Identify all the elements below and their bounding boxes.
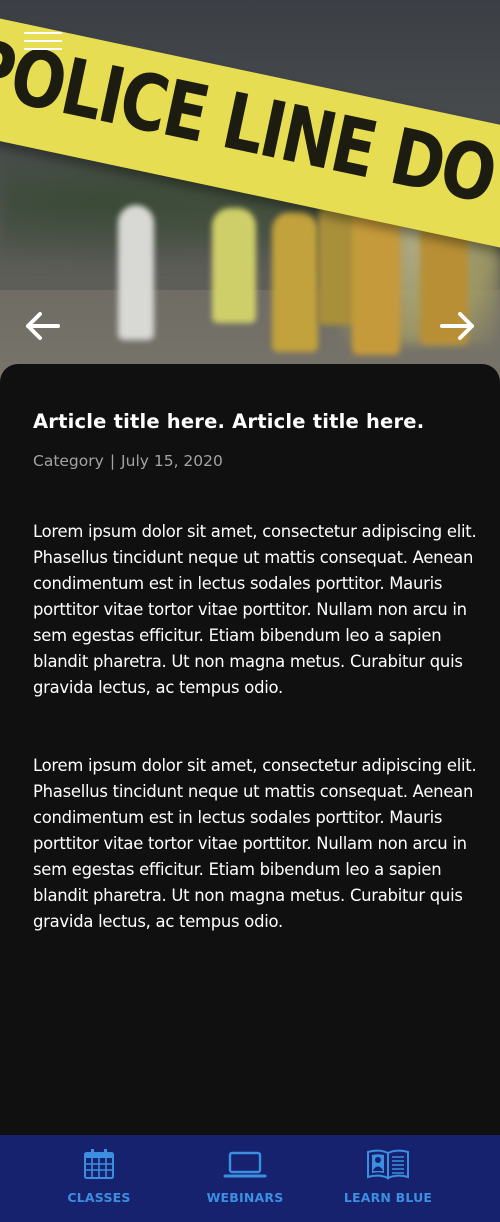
article-title: Article title here. Article title here. <box>33 410 425 433</box>
background-figure <box>352 205 400 355</box>
nav-label: LEARN BLUE <box>343 1190 433 1205</box>
article-meta: Category | July 15, 2020 <box>33 452 223 470</box>
nav-item-learn-blue[interactable]: LEARN BLUE <box>318 1135 458 1222</box>
hamburger-menu-icon[interactable] <box>24 28 62 54</box>
article-paragraph: Lorem ipsum dolor sit amet, consectetur … <box>33 756 477 931</box>
background-figure <box>118 205 154 340</box>
nav-label: CLASSES <box>67 1190 131 1205</box>
arrow-left-icon[interactable] <box>22 306 62 346</box>
background-figure <box>272 212 318 352</box>
article-paragraph: Lorem ipsum dolor sit amet, consectetur … <box>33 522 477 697</box>
laptop-icon <box>223 1147 267 1181</box>
meta-separator: | <box>109 452 116 470</box>
nav-label: WEBINARS <box>206 1190 284 1205</box>
calendar-icon <box>83 1147 115 1181</box>
nav-item-webinars[interactable]: WEBINARS <box>175 1135 315 1222</box>
background-figure <box>212 208 256 323</box>
book-icon <box>365 1147 411 1181</box>
article-category[interactable]: Category <box>33 452 104 470</box>
hero-image: POLICE LINE DO NOT CROSS <box>0 0 500 400</box>
bottom-nav: CLASSES WEBINARS LEARN BLUE <box>0 1135 500 1222</box>
article-card: Article title here. Article title here. … <box>0 364 500 1135</box>
arrow-right-icon[interactable] <box>438 306 478 346</box>
article-date: July 15, 2020 <box>121 452 223 470</box>
nav-item-classes[interactable]: CLASSES <box>29 1135 169 1222</box>
